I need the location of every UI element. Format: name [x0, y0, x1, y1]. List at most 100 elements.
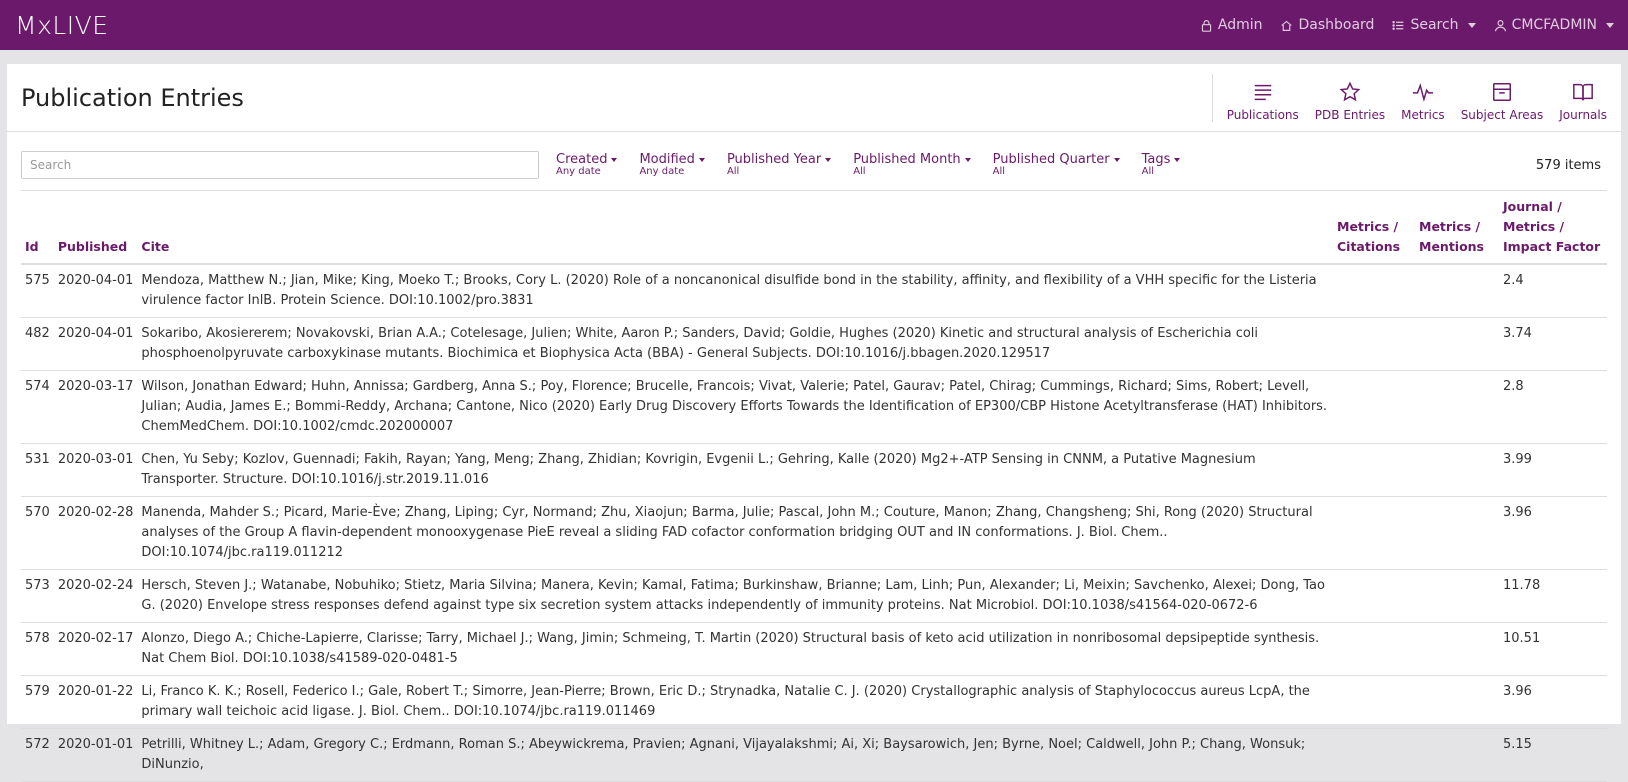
cell-impact-factor: 5.15 — [1499, 728, 1607, 782]
filter-tags[interactable]: Tags All — [1142, 153, 1181, 177]
filter-created[interactable]: Created Any date — [556, 152, 618, 177]
list-icon — [1254, 84, 1271, 100]
tool-pdb-entries-label: PDB Entries — [1314, 107, 1386, 122]
col-header-mentions-line2: Mentions — [1419, 239, 1485, 254]
nav-admin[interactable]: Admin — [1200, 17, 1262, 33]
cell-cite: Petrilli, Whitney L.; Adam, Gregory C.; … — [137, 728, 1333, 782]
cell-cite: Hersch, Steven J.; Watanabe, Nobuhiko; S… — [137, 569, 1333, 623]
col-header-citations-line2: Citations — [1337, 239, 1401, 254]
book-icon — [1573, 83, 1594, 100]
cell-citations — [1333, 443, 1415, 497]
filter-created-value: Any date — [556, 166, 601, 177]
filter-published-month[interactable]: Published Month All — [853, 152, 971, 177]
cell-impact-factor: 3.96 — [1499, 675, 1607, 729]
cell-mentions — [1415, 728, 1499, 782]
table-row[interactable]: 578 2020-02-17 Alonzo, Diego A.; Chiche-… — [21, 622, 1607, 676]
cell-mentions — [1415, 370, 1499, 444]
filter-published-year[interactable]: Published Year All — [727, 153, 832, 177]
filter-published-month-value: All — [853, 166, 866, 177]
chevron-down-icon — [1113, 157, 1120, 162]
cell-cite: Wilson, Jonathan Edward; Huhn, Annissa; … — [137, 370, 1333, 444]
search-input[interactable] — [21, 151, 539, 179]
brand-logo[interactable]: MxLIVE — [15, 11, 109, 40]
cell-citations — [1333, 569, 1415, 623]
filter-published-quarter-value: All — [992, 166, 1006, 177]
cell-citations — [1333, 370, 1415, 444]
table-row[interactable]: 572 2020-01-01 Petrilli, Whitney L.; Ada… — [21, 728, 1607, 782]
content-panel: Publication Entries Publications PDB Ent… — [7, 64, 1621, 782]
home-icon — [1281, 20, 1293, 31]
table-row[interactable]: 579 2020-01-22 Li, Franco K. K.; Rosell,… — [21, 675, 1607, 729]
cell-id: 574 — [21, 370, 54, 444]
cell-impact-factor: 3.99 — [1499, 443, 1607, 497]
user-icon — [1494, 19, 1506, 31]
tool-metrics-label: Metrics — [1401, 107, 1445, 122]
table-header-row: Id Published Cite Metrics / Citations Met… — [21, 190, 1607, 265]
cell-id: 573 — [21, 569, 54, 623]
cell-impact-factor: 3.74 — [1499, 317, 1607, 371]
cell-cite: Li, Franco K. K.; Rosell, Federico I.; G… — [137, 675, 1333, 729]
filter-modified[interactable]: Modified Any date — [639, 152, 705, 177]
tool-subject-areas[interactable]: Subject Areas — [1453, 74, 1552, 122]
filter-modified-value: Any date — [639, 166, 685, 177]
col-header-mentions[interactable]: Metrics / Mentions — [1415, 190, 1499, 265]
table-row[interactable]: 575 2020-04-01 Mendoza, Matthew N.; Jian… — [21, 264, 1607, 318]
table-row[interactable]: 482 2020-04-01 Sokaribo, Akosiererem; No… — [21, 317, 1607, 371]
filter-created-label: Created — [556, 152, 608, 167]
col-header-published[interactable]: Published — [53, 190, 138, 265]
cell-impact-factor: 10.51 — [1499, 622, 1607, 676]
col-header-impact-line2: Impact Factor — [1503, 239, 1601, 254]
chevron-down-icon — [1606, 22, 1614, 28]
tool-publications[interactable]: Publications — [1219, 74, 1307, 122]
filter-published-quarter[interactable]: Published Quarter All — [993, 153, 1120, 177]
nav-dashboard[interactable]: Dashboard — [1280, 17, 1374, 33]
cell-id: 575 — [21, 264, 54, 318]
cell-mentions — [1415, 675, 1499, 729]
cell-citations — [1333, 728, 1415, 782]
nav-user-label: CMCFADMIN — [1511, 17, 1597, 33]
page-title: Publication Entries — [21, 83, 244, 112]
lock-icon — [1201, 19, 1211, 32]
filter-modified-label: Modified — [639, 152, 695, 167]
table-row[interactable]: 570 2020-02-28 Manenda, Mahder S.; Picar… — [21, 496, 1607, 570]
col-header-id[interactable]: Id — [21, 190, 54, 265]
col-header-cite[interactable]: Cite — [137, 190, 1333, 265]
table-row[interactable]: 531 2020-03-01 Chen, Yu Seby; Kozlov, Gu… — [21, 443, 1607, 497]
filter-published-month-label: Published Month — [853, 152, 961, 167]
cell-citations — [1333, 675, 1415, 729]
chevron-down-icon — [611, 157, 618, 162]
cell-mentions — [1415, 317, 1499, 371]
cell-cite: Chen, Yu Seby; Kozlov, Guennadi; Fakih, … — [137, 443, 1333, 497]
tool-metrics[interactable]: Metrics — [1393, 74, 1453, 122]
cell-id: 578 — [21, 622, 54, 676]
chevron-down-icon — [964, 157, 971, 162]
cell-published: 2020-02-24 — [53, 569, 138, 623]
cell-citations — [1333, 622, 1415, 676]
tool-journals[interactable]: Journals — [1551, 74, 1615, 122]
tool-journals-label: Journals — [1559, 107, 1607, 122]
cell-impact-factor: 3.96 — [1499, 496, 1607, 570]
star-icon — [1339, 81, 1361, 101]
cell-id: 482 — [21, 317, 54, 371]
chevron-down-icon — [825, 157, 832, 162]
cell-cite: Mendoza, Matthew N.; Jian, Mike; King, M… — [137, 264, 1333, 318]
pulse-icon — [1412, 82, 1433, 102]
cell-published: 2020-02-17 — [53, 622, 138, 676]
chevron-down-icon — [1174, 157, 1181, 162]
cell-id: 572 — [21, 728, 54, 782]
table-row[interactable]: 573 2020-02-24 Hersch, Steven J.; Watana… — [21, 569, 1607, 623]
top-nav: Admin Dashboard Search CMCFADMIN — [1200, 17, 1614, 33]
cell-impact-factor: 11.78 — [1499, 569, 1607, 623]
tool-pdb-entries[interactable]: PDB Entries — [1307, 74, 1393, 122]
list-icon — [1392, 20, 1404, 30]
panel-header: Publication Entries Publications PDB Ent… — [7, 64, 1621, 132]
publications-table: Id Published Cite Metrics / Citations Met… — [21, 190, 1607, 782]
col-header-impact-factor[interactable]: Journal / Metrics / Impact Factor — [1499, 190, 1607, 265]
nav-search-dropdown[interactable]: Search — [1392, 17, 1476, 33]
col-header-impact-line1: Journal / Metrics / — [1503, 199, 1565, 234]
col-header-citations[interactable]: Metrics / Citations — [1333, 190, 1415, 265]
cell-published: 2020-03-01 — [53, 443, 138, 497]
table-row[interactable]: 574 2020-03-17 Wilson, Jonathan Edward; … — [21, 370, 1607, 444]
nav-user-dropdown[interactable]: CMCFADMIN — [1494, 17, 1614, 33]
col-header-citations-line1: Metrics / — [1337, 219, 1399, 234]
